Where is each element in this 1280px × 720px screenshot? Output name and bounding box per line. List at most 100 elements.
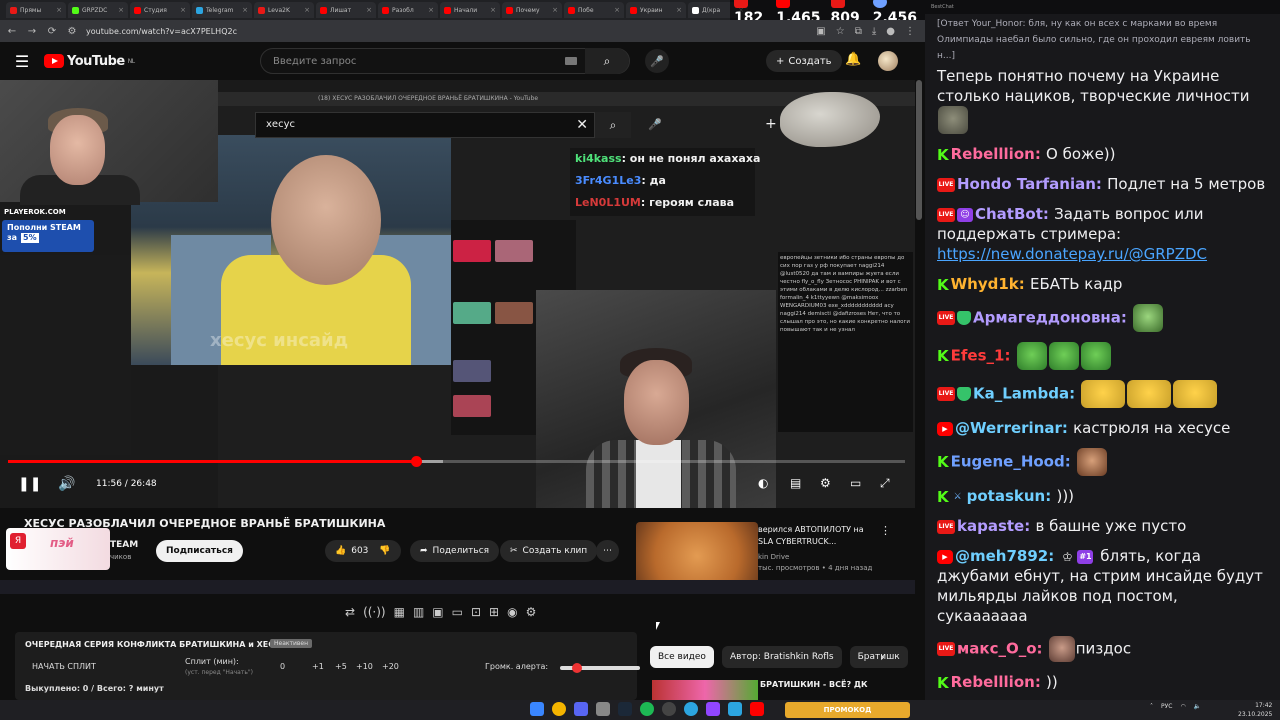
menu-hamburger-icon[interactable]: ☰ [0, 52, 44, 71]
avatar[interactable] [878, 51, 898, 71]
channel-name[interactable]: TEAM [110, 540, 138, 550]
promo-banner[interactable]: ПРОМОКОД [785, 702, 910, 718]
increment-5-button[interactable]: +5 [335, 662, 347, 671]
wifi-icon[interactable]: ◠ [1180, 703, 1185, 710]
search-icon[interactable]: ⌕ [585, 48, 629, 74]
create-button[interactable]: + Создать [766, 50, 842, 72]
chat-username[interactable]: Whyd1k [951, 275, 1019, 293]
film-icon[interactable]: ▥ [413, 605, 424, 619]
thumbs-down-icon[interactable]: 👎 [379, 546, 390, 556]
alert-volume-slider[interactable] [560, 663, 640, 673]
chat-username[interactable]: @meh7892 [955, 547, 1048, 565]
bell-icon[interactable]: 🔔 [845, 52, 861, 67]
pause-icon[interactable]: ❚❚ [18, 476, 41, 492]
chat-username[interactable]: макс_О_о [957, 640, 1037, 658]
gamepad-icon[interactable]: ▦ [394, 605, 405, 619]
like-button[interactable]: 👍 603 👎 [325, 540, 401, 562]
chat-username[interactable]: Rebelllion [951, 145, 1035, 163]
record-icon[interactable]: ⊡ [471, 605, 481, 619]
gear-icon[interactable]: ⚙ [526, 605, 537, 619]
chat-username[interactable]: Ka_Lambda [973, 385, 1069, 403]
chevron-right-icon[interactable]: › [880, 650, 885, 664]
site-info-icon[interactable]: ⚙ [66, 26, 78, 37]
loop-icon[interactable]: ⇄ [345, 605, 355, 619]
clip-button[interactable]: ✂ Создать клип [500, 540, 598, 562]
telegram-2-icon[interactable] [728, 702, 742, 716]
cinema-icon[interactable]: ▭ [452, 605, 463, 619]
close-icon[interactable]: × [552, 6, 558, 14]
browser-tab[interactable]: Начали × [440, 2, 500, 18]
more-actions-icon[interactable]: ⋯ [596, 540, 619, 562]
steam-icon[interactable] [618, 702, 632, 716]
fullscreen-icon[interactable]: ⤢ [880, 476, 890, 491]
add-icon[interactable]: ⊞ [489, 605, 499, 619]
browser-tab[interactable]: GRPZDC × [68, 2, 128, 18]
profile-icon[interactable]: ● [886, 26, 895, 37]
forward-icon[interactable]: → [26, 26, 38, 37]
chat-username[interactable]: Eugene_Hood [951, 453, 1065, 471]
subtitles-icon[interactable]: ▤ [790, 476, 801, 490]
youtube-icon[interactable] [750, 702, 764, 716]
close-icon[interactable]: × [118, 6, 124, 14]
subscribe-button[interactable]: Подписаться [156, 540, 243, 562]
chip-author[interactable]: Автор: Bratishkin Rofls [721, 646, 842, 668]
recommended-title[interactable]: верился АВТОПИЛОТУ на SLA CYBERTRUCK... [758, 524, 864, 548]
chat-username[interactable]: ChatBot [975, 205, 1043, 223]
volume-icon[interactable]: 🔊 [58, 476, 75, 492]
close-icon[interactable]: × [614, 6, 620, 14]
browser-tab[interactable]: Разобл × [378, 2, 438, 18]
rec-more-icon[interactable]: ⋮ [880, 524, 891, 537]
audio-icon[interactable]: ((·)) [363, 605, 386, 619]
chat-username[interactable]: Rebelllion [951, 673, 1035, 691]
browser-tab[interactable]: Telegram × [192, 2, 252, 18]
video-player[interactable]: (18) ХЕСУС РАЗОБЛАЧИЛ ОЧЕРЕДНОЕ ВРАНЬЁ Б… [0, 80, 915, 508]
browser-tab[interactable]: Лишат × [316, 2, 376, 18]
chat-username[interactable]: Армагеддоновна [973, 309, 1121, 327]
bottom-recommended-title[interactable]: БРАТИШКИН - ВСЁ? ДК [760, 680, 868, 690]
recommended-thumbnail[interactable] [636, 522, 758, 584]
spotify-icon[interactable] [640, 702, 654, 716]
close-icon[interactable]: × [304, 6, 310, 14]
chat-username[interactable]: potaskun [967, 487, 1046, 505]
browser-tab[interactable]: Украин × [626, 2, 686, 18]
folder-icon[interactable] [596, 702, 610, 716]
scrollbar[interactable] [916, 80, 922, 220]
chat-username[interactable]: kapaste [957, 517, 1024, 535]
mic-icon[interactable]: 🎤 [645, 49, 669, 73]
increment-20-button[interactable]: +20 [382, 662, 399, 671]
chat-username[interactable]: @Werrerinar [955, 419, 1062, 437]
increment-1-button[interactable]: +1 [312, 662, 324, 671]
chrome-icon[interactable] [552, 702, 566, 716]
tray-arrow-icon[interactable]: ˄ [1150, 703, 1153, 710]
increment-10-button[interactable]: +10 [356, 662, 373, 671]
close-icon[interactable]: × [366, 6, 372, 14]
reload-icon[interactable]: ⟳ [46, 26, 58, 37]
theater-mode-icon[interactable]: ▭ [850, 476, 861, 490]
browser-tab[interactable]: Побе × [564, 2, 624, 18]
language-indicator[interactable]: РУС [1161, 703, 1172, 710]
twitch-icon[interactable] [706, 702, 720, 716]
browser-tab[interactable]: Leva2K × [254, 2, 314, 18]
share-button[interactable]: ➦ Поделиться [410, 540, 500, 562]
chat-username[interactable]: Efes_1 [951, 347, 1005, 365]
chip-all-videos[interactable]: Все видео [650, 646, 714, 668]
camera-icon[interactable]: ◉ [507, 605, 517, 619]
obs-icon[interactable] [662, 702, 676, 716]
close-icon[interactable]: × [490, 6, 496, 14]
youtube-logo[interactable]: YouTube NL [44, 54, 135, 69]
windows-start-icon[interactable] [530, 702, 544, 716]
bottom-recommended-thumbnail[interactable] [652, 680, 758, 700]
autoplay-toggle-icon[interactable]: ◐ [758, 476, 768, 490]
browser-tab[interactable]: Почему × [502, 2, 562, 18]
telegram-icon[interactable] [684, 702, 698, 716]
start-split-button[interactable]: НАЧАТЬ СПЛИТ [32, 662, 96, 671]
screenshot-icon[interactable]: ▣ [816, 26, 825, 37]
chat-username[interactable]: Hondo Tarfanian [957, 175, 1096, 193]
discord-icon[interactable] [574, 702, 588, 716]
clock[interactable]: 17:42 23.10.2025 [1238, 701, 1272, 719]
back-icon[interactable]: ← [6, 26, 18, 37]
split-value[interactable]: 0 [280, 662, 285, 671]
close-icon[interactable]: × [56, 6, 62, 14]
star-icon[interactable]: ☆ [836, 26, 845, 37]
chip-bratishkin[interactable]: Братишк [849, 646, 908, 668]
